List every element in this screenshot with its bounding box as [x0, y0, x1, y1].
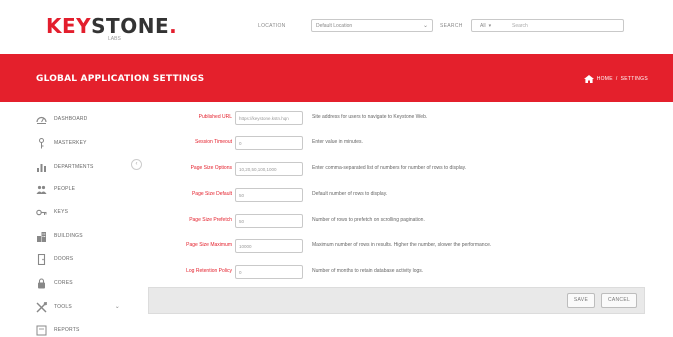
page-title: GLOBAL APPLICATION SETTINGS	[36, 74, 205, 84]
sidebar-item-cores[interactable]: CORES	[36, 274, 136, 292]
page-banner: GLOBAL APPLICATION SETTINGS HOME / SETTI…	[0, 54, 673, 102]
form-actions-bar: SAVE CANCEL	[148, 287, 645, 314]
cancel-button[interactable]: CANCEL	[601, 293, 637, 308]
people-icon	[36, 185, 47, 194]
setting-row-published-url: Published URL https://keystone.kstn.hqn …	[148, 108, 648, 129]
logo-tagline: LABS	[108, 36, 121, 42]
logo-text-stone: STONE	[91, 14, 170, 38]
departments-icon	[37, 163, 46, 172]
logo-text-key: KEY	[46, 14, 92, 38]
page-size-maximum-input[interactable]: 10000	[235, 239, 303, 253]
sidebar-item-label: CORES	[54, 280, 73, 286]
logo-dot: .	[169, 14, 178, 38]
home-icon	[583, 75, 594, 83]
setting-row-log-retention-policy: Log Retention Policy 0 Number of months …	[148, 262, 648, 283]
keystone-logo[interactable]: KEYSTONE.	[46, 14, 177, 38]
sidebar-item-label: TOOLS	[54, 304, 72, 310]
page-size-default-input[interactable]: 50	[235, 188, 303, 202]
setting-label: Page Size Options	[190, 165, 232, 171]
setting-row-page-size-maximum: Page Size Maximum 10000 Maximum number o…	[148, 236, 648, 257]
breadcrumb-settings: SETTINGS	[620, 76, 648, 82]
sidebar-item-label: REPORTS	[54, 327, 80, 333]
setting-row-page-size-default: Page Size Default 50 Default number of r…	[148, 185, 648, 206]
setting-description: Enter value in minutes.	[312, 139, 363, 145]
breadcrumb-home[interactable]: HOME	[597, 76, 613, 82]
setting-description: Maximum number of rows in results. Highe…	[312, 242, 492, 248]
setting-description: Default number of rows to display.	[312, 191, 388, 197]
search-box[interactable]: All ▾ Search	[471, 19, 624, 32]
setting-description: Enter comma-separated list of numbers fo…	[312, 165, 467, 171]
sidebar-item-buildings[interactable]: BUILDINGS	[36, 227, 136, 245]
sidebar-item-keys[interactable]: KEYS	[36, 203, 136, 221]
setting-row-page-size-options: Page Size Options 10,20,50,100,1000 Ente…	[148, 159, 648, 180]
setting-row-page-size-prefetch: Page Size Prefetch 50 Number of rows to …	[148, 211, 648, 232]
setting-description: Number of months to retain database acti…	[312, 268, 424, 274]
dashboard-icon	[36, 116, 47, 124]
save-button[interactable]: SAVE	[567, 293, 595, 308]
chevron-down-icon: ▾	[488, 23, 492, 29]
published-url-input[interactable]: https://keystone.kstn.hqn	[235, 111, 303, 125]
sidebar-item-label: DEPARTMENTS	[54, 164, 94, 170]
sidebar-collapse-button[interactable]: ‹	[131, 159, 142, 170]
sidebar-item-masterkey[interactable]: MASTERKEY	[36, 134, 136, 152]
sidebar-item-tools[interactable]: TOOLS ⌄	[36, 298, 136, 316]
search-input[interactable]: Search	[512, 23, 528, 29]
sidebar-item-label: PEOPLE	[54, 186, 76, 192]
location-select[interactable]: Default Location ⌄	[311, 19, 433, 32]
buildings-icon	[37, 231, 46, 242]
sidebar-item-label: MASTERKEY	[54, 140, 87, 146]
sidebar: DASHBOARD MASTERKEY DEPARTMENTS ‹ PEOPLE…	[0, 102, 148, 337]
chevron-down-icon: ⌄	[422, 23, 428, 29]
setting-label: Session Timeout	[195, 139, 232, 145]
sidebar-item-doors[interactable]: DOORS	[36, 250, 136, 268]
setting-label: Log Retention Policy	[186, 268, 232, 274]
keys-icon	[36, 209, 47, 215]
setting-label: Page Size Default	[191, 191, 232, 197]
sidebar-item-label: BUILDINGS	[54, 233, 83, 239]
log-retention-policy-input[interactable]: 0	[235, 265, 303, 279]
sidebar-item-departments[interactable]: DEPARTMENTS	[36, 158, 136, 176]
setting-label: Page Size Maximum	[186, 242, 232, 248]
page-size-prefetch-input[interactable]: 50	[235, 214, 303, 228]
breadcrumb-separator: /	[615, 76, 618, 82]
chevron-down-icon: ⌄	[114, 304, 120, 310]
session-timeout-input[interactable]: 0	[235, 136, 303, 150]
setting-label: Published URL	[198, 114, 232, 120]
cores-icon	[38, 277, 45, 288]
sidebar-item-reports[interactable]: REPORTS	[36, 321, 136, 337]
setting-row-session-timeout: Session Timeout 0 Enter value in minutes…	[148, 133, 648, 154]
reports-icon	[36, 325, 47, 335]
location-value: Default Location	[316, 23, 353, 29]
masterkey-icon	[39, 137, 44, 148]
setting-label: Page Size Prefetch	[189, 217, 232, 223]
setting-description: Site address for users to navigate to Ke…	[312, 114, 428, 120]
sidebar-item-dashboard[interactable]: DASHBOARD	[36, 110, 136, 128]
sidebar-item-people[interactable]: PEOPLE	[36, 180, 136, 198]
settings-form: Published URL https://keystone.kstn.hqn …	[148, 102, 648, 337]
page-size-options-input[interactable]: 10,20,50,100,1000	[235, 162, 303, 176]
breadcrumb: HOME / SETTINGS	[583, 75, 648, 83]
sidebar-item-label: DASHBOARD	[54, 116, 88, 122]
search-label: SEARCH	[440, 23, 463, 29]
setting-description: Number of rows to prefetch on scrolling …	[312, 217, 425, 223]
search-scope-value: All	[480, 23, 486, 29]
sidebar-item-label: KEYS	[54, 209, 69, 215]
doors-icon	[37, 253, 46, 265]
top-header: KEYSTONE. LABS LOCATION Default Location…	[0, 0, 673, 50]
sidebar-item-label: DOORS	[54, 256, 74, 262]
search-scope-select[interactable]: All ▾	[480, 23, 491, 29]
location-label: LOCATION	[258, 23, 286, 29]
tools-icon	[36, 301, 47, 312]
